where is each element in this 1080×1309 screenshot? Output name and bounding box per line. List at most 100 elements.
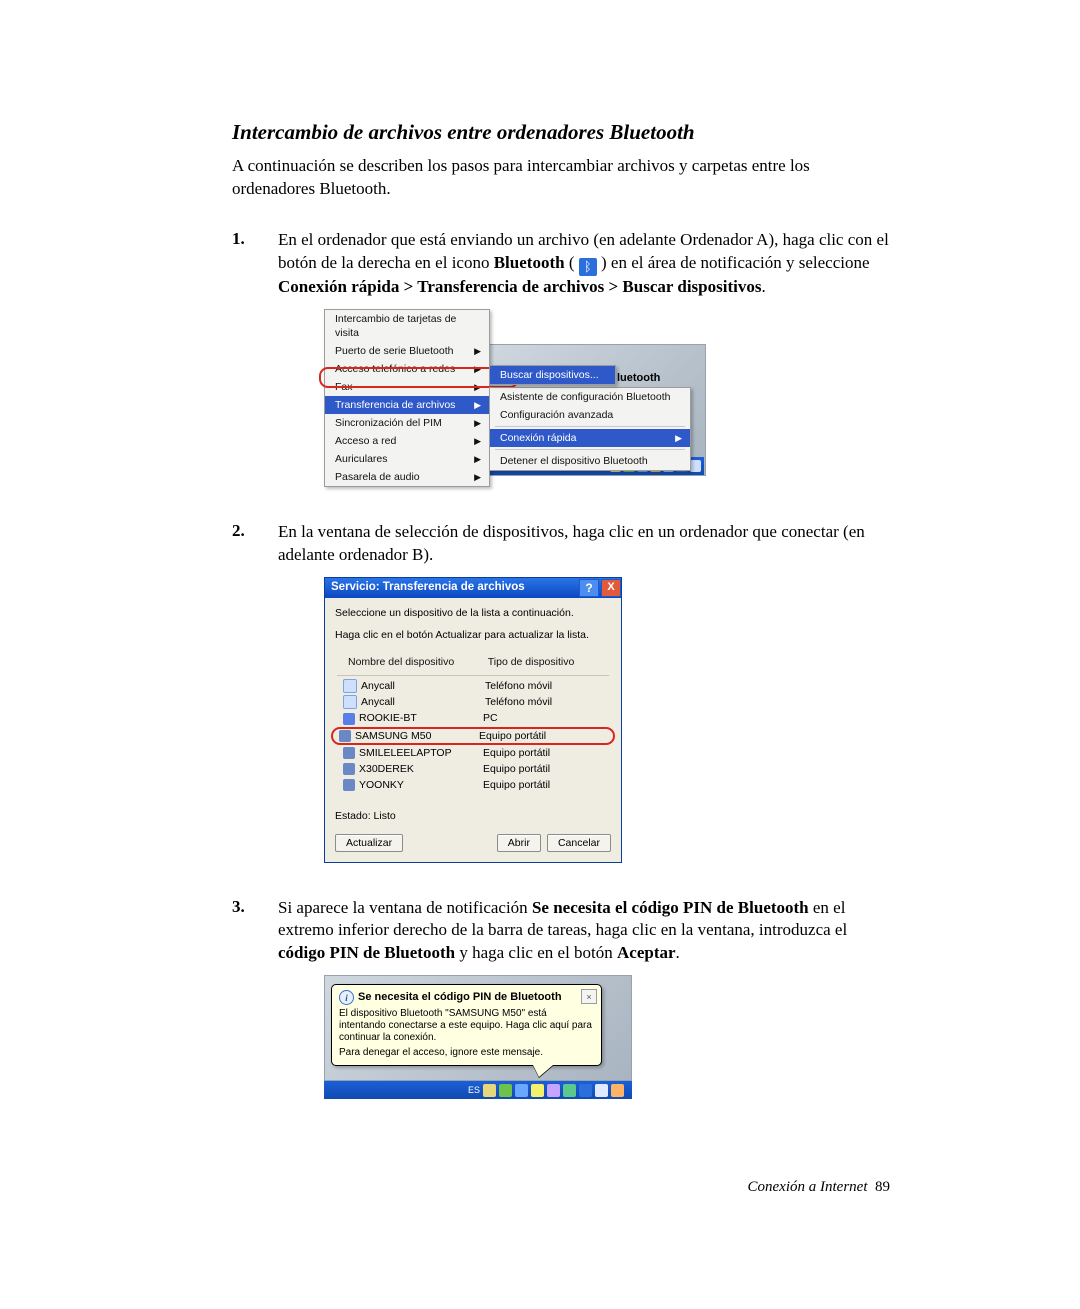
menu-item[interactable]: Auriculares ▶ — [325, 450, 489, 468]
device-name: SMILELEELAPTOP — [359, 746, 483, 760]
step-number: 1. — [232, 229, 278, 249]
titlebar-help-button[interactable]: ? — [579, 579, 599, 597]
menu-item-label: Intercambio de tarjetas de visita — [335, 312, 481, 340]
dialog-title: Servicio: Transferencia de archivos — [331, 580, 525, 596]
submenu-arrow-icon: ▶ — [669, 431, 682, 445]
step-number: 3. — [232, 897, 278, 917]
step1-text-c: ( — [569, 253, 579, 272]
figure-context-menu: luetooth Intercambio de tarjetas de visi… — [324, 309, 704, 487]
step-body: En el ordenador que está enviando un arc… — [278, 229, 890, 507]
device-row[interactable]: AnycallTeléfono móvil — [335, 678, 611, 694]
menu-separator — [495, 449, 685, 450]
step2-text: En la ventana de selección de dispositiv… — [278, 522, 865, 564]
device-list[interactable]: AnycallTeléfono móvilAnycallTeléfono móv… — [335, 678, 611, 793]
menu-item[interactable]: Asistente de configuración Bluetooth — [490, 388, 690, 406]
step3-bold-title: Se necesita el código PIN de Bluetooth — [532, 898, 809, 917]
tray-icon — [499, 1084, 512, 1097]
titlebar-close-button[interactable]: X — [601, 579, 621, 597]
submenu-arrow-icon: ▶ — [468, 452, 481, 466]
menu-item-label: Asistente de configuración Bluetooth — [500, 390, 670, 404]
figure-device-dialog: Servicio: Transferencia de archivos ? X … — [324, 577, 890, 863]
step-body: En la ventana de selección de dispositiv… — [278, 521, 890, 883]
device-row[interactable]: YOONKYEquipo portátil — [335, 777, 611, 793]
balloon-title: Se necesita el código PIN de Bluetooth — [358, 990, 562, 1005]
menu-item[interactable]: Transferencia de archivos▶ — [325, 396, 489, 414]
menu-item[interactable]: Pasarela de audio▶ — [325, 468, 489, 486]
balloon-tail — [533, 1065, 553, 1077]
device-type: Equipo portátil — [483, 746, 550, 760]
step-number: 2. — [232, 521, 278, 541]
device-type: Equipo portátil — [483, 778, 550, 792]
pc-icon — [343, 713, 355, 725]
menu-item[interactable]: Conexión rápida ▶ — [490, 429, 690, 447]
submenu-arrow-icon: ▶ — [468, 380, 481, 394]
submenu-arrow-icon: ▶ — [468, 470, 481, 484]
step3-text-g: . — [676, 943, 680, 962]
tray-icon — [483, 1084, 496, 1097]
menu-item-label: Conexión rápida — [500, 431, 576, 445]
dialog-titlebar: Servicio: Transferencia de archivos ? X — [325, 578, 621, 598]
menu-item-label: Acceso a red — [335, 434, 396, 448]
menu-item[interactable]: Fax ▶ — [325, 378, 489, 396]
submenu-arrow-icon: ▶ — [468, 416, 481, 430]
cancel-button[interactable]: Cancelar — [547, 834, 611, 852]
device-name: ROOKIE-BT — [359, 711, 483, 725]
submenu-arrow-icon: ▶ — [468, 344, 481, 358]
bluetooth-icon: ᛒ — [579, 258, 597, 276]
device-row[interactable]: ROOKIE-BTPC — [335, 710, 611, 726]
device-row[interactable]: AnycallTeléfono móvil — [335, 694, 611, 710]
step-body: Si aparece la ventana de notificación Se… — [278, 897, 890, 1120]
device-name: Anycall — [361, 679, 485, 693]
step3-bold-accept: Aceptar — [617, 943, 676, 962]
footer-label: Conexión a Internet — [748, 1179, 868, 1195]
device-name: YOONKY — [359, 778, 483, 792]
device-row[interactable]: SAMSUNG M50Equipo portátil — [331, 727, 615, 745]
submenu-item-buscar-dispositivos[interactable]: Buscar dispositivos... — [490, 366, 615, 384]
balloon-close-button[interactable]: × — [581, 989, 597, 1004]
menu-item[interactable]: Detener el dispositivo Bluetooth — [490, 452, 690, 470]
taskbar-lang: ES — [468, 1084, 480, 1096]
dialog-instruction-1: Seleccione un dispositivo de la lista a … — [335, 606, 611, 620]
open-button[interactable]: Abrir — [497, 834, 541, 852]
menu-item-label: Sincronización del PIM — [335, 416, 442, 430]
context-menu-level1[interactable]: Intercambio de tarjetas de visita Puerto … — [324, 309, 490, 487]
context-menu-level2[interactable]: Asistente de configuración Bluetooth Conf… — [489, 387, 691, 471]
menu-item[interactable]: Puerto de serie Bluetooth▶ — [325, 342, 489, 360]
menu-separator — [495, 426, 685, 427]
column-header-name[interactable]: Nombre del dispositivo — [344, 653, 484, 671]
step3-text-a: Si aparece la ventana de notificación — [278, 898, 532, 917]
submenu-label: Buscar dispositivos... — [500, 368, 599, 382]
laptop-icon — [343, 779, 355, 791]
page-footer: Conexión a Internet 89 — [232, 1179, 890, 1196]
device-type: Equipo portátil — [479, 729, 546, 743]
column-header-type[interactable]: Tipo de dispositivo — [484, 653, 608, 671]
menu-item[interactable]: Acceso telefónico a redes▶ — [325, 360, 489, 378]
footer-page-number: 89 — [875, 1179, 890, 1195]
menu-item-label: Acceso telefónico a redes — [335, 362, 455, 376]
device-type: Equipo portátil — [483, 762, 550, 776]
balloon-text-2: Para denegar el acceso, ignore este mens… — [339, 1047, 594, 1059]
menu-item[interactable]: Sincronización del PIM ▶ — [325, 414, 489, 432]
menu-item[interactable]: Intercambio de tarjetas de visita — [325, 310, 489, 342]
step3-text-e: y haga clic en el botón — [459, 943, 617, 962]
device-name: X30DEREK — [359, 762, 483, 776]
menu-item[interactable]: Acceso a red▶ — [325, 432, 489, 450]
section-title: Intercambio de archivos entre ordenadore… — [232, 120, 890, 145]
menu-item[interactable]: Configuración avanzada — [490, 406, 690, 424]
device-type: Teléfono móvil — [485, 695, 552, 709]
tray-icon — [563, 1084, 576, 1097]
taskbar: ES — [324, 1081, 632, 1099]
menu-item-label: Auriculares — [335, 452, 388, 466]
intro-paragraph: A continuación se describen los pasos pa… — [232, 155, 890, 201]
menu-item-label: Fax — [335, 380, 353, 394]
dialog-status: Estado: Listo — [335, 809, 611, 823]
device-row[interactable]: SMILELEELAPTOPEquipo portátil — [335, 745, 611, 761]
context-submenu-buscar[interactable]: Buscar dispositivos... — [489, 365, 616, 385]
menu-item-label: Detener el dispositivo Bluetooth — [500, 454, 648, 468]
refresh-button[interactable]: Actualizar — [335, 834, 403, 852]
tray-bluetooth-icon[interactable] — [579, 1084, 592, 1097]
menu-item-label: Transferencia de archivos — [335, 398, 455, 412]
phone-icon — [343, 679, 357, 693]
notification-balloon[interactable]: × i Se necesita el código PIN de Bluetoo… — [331, 984, 602, 1066]
device-row[interactable]: X30DEREKEquipo portátil — [335, 761, 611, 777]
